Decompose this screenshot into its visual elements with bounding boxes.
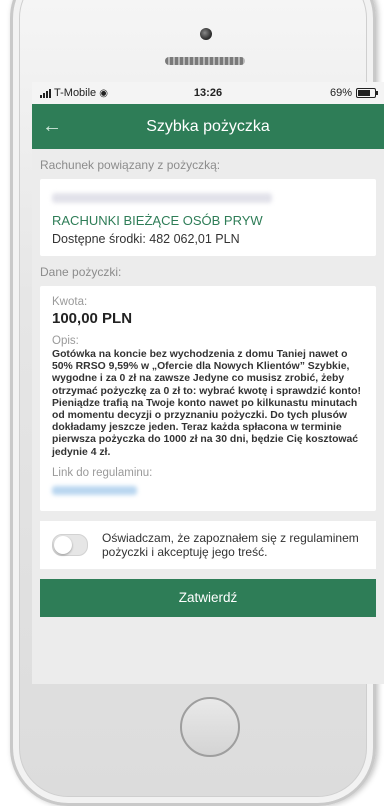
amount-label: Kwota:	[52, 296, 88, 308]
account-section-label: Rachunek powiązany z pożyczką:	[40, 158, 221, 172]
consent-toggle[interactable]	[52, 533, 88, 556]
account-card[interactable]: RACHUNKI BIEŻĄCE OSÓB PRYW Dostępne środ…	[40, 179, 376, 256]
page-title: Szybka pożyczka	[146, 117, 270, 135]
toggle-knob	[54, 535, 72, 554]
arrow-left-icon[interactable]: ←	[32, 115, 72, 138]
phone-frame: T-Mobile ◉ 13:26 69% ← Szybka pożyczka R…	[0, 0, 385, 806]
amount-value: 100,00 PLN	[52, 310, 133, 327]
carrier-name: T-Mobile	[54, 87, 97, 99]
signal-icon	[40, 88, 51, 98]
consent-text: Oświadczam, że zapoznałem się z regulami…	[102, 530, 359, 559]
battery-icon	[356, 88, 378, 98]
loan-card: Kwota: 100,00 PLN Opis: Gotówka na konci…	[40, 286, 376, 511]
terms-link-label: Link do regulaminu:	[52, 466, 153, 479]
earpiece-speaker	[165, 57, 245, 65]
front-camera	[200, 28, 212, 40]
app-header: ← Szybka pożyczka	[32, 104, 384, 149]
app-screen: T-Mobile ◉ 13:26 69% ← Szybka pożyczka R…	[32, 82, 384, 684]
status-bar: T-Mobile ◉ 13:26 69%	[32, 82, 384, 104]
account-number-redacted	[52, 193, 272, 203]
confirm-button[interactable]: Zatwierdź	[40, 578, 376, 617]
description-label: Opis:	[52, 335, 79, 347]
main-content: Rachunek powiązany z pożyczką: RACHUNKI …	[32, 149, 384, 617]
home-button[interactable]	[180, 697, 240, 757]
loan-section-label: Dane pożyczki:	[40, 265, 122, 279]
available-funds: Dostępne środki: 482 062,01 PLN	[52, 232, 240, 246]
wifi-icon: ◉	[99, 87, 108, 99]
consent-row: Oświadczam, że zapoznałem się z regulami…	[40, 520, 376, 569]
terms-link-redacted[interactable]	[52, 485, 137, 495]
account-name: RACHUNKI BIEŻĄCE OSÓB PRYW	[52, 213, 263, 228]
loan-description: Gotówka na koncie bez wychodzenia z domu…	[52, 349, 361, 458]
battery-percent: 69%	[329, 87, 352, 99]
